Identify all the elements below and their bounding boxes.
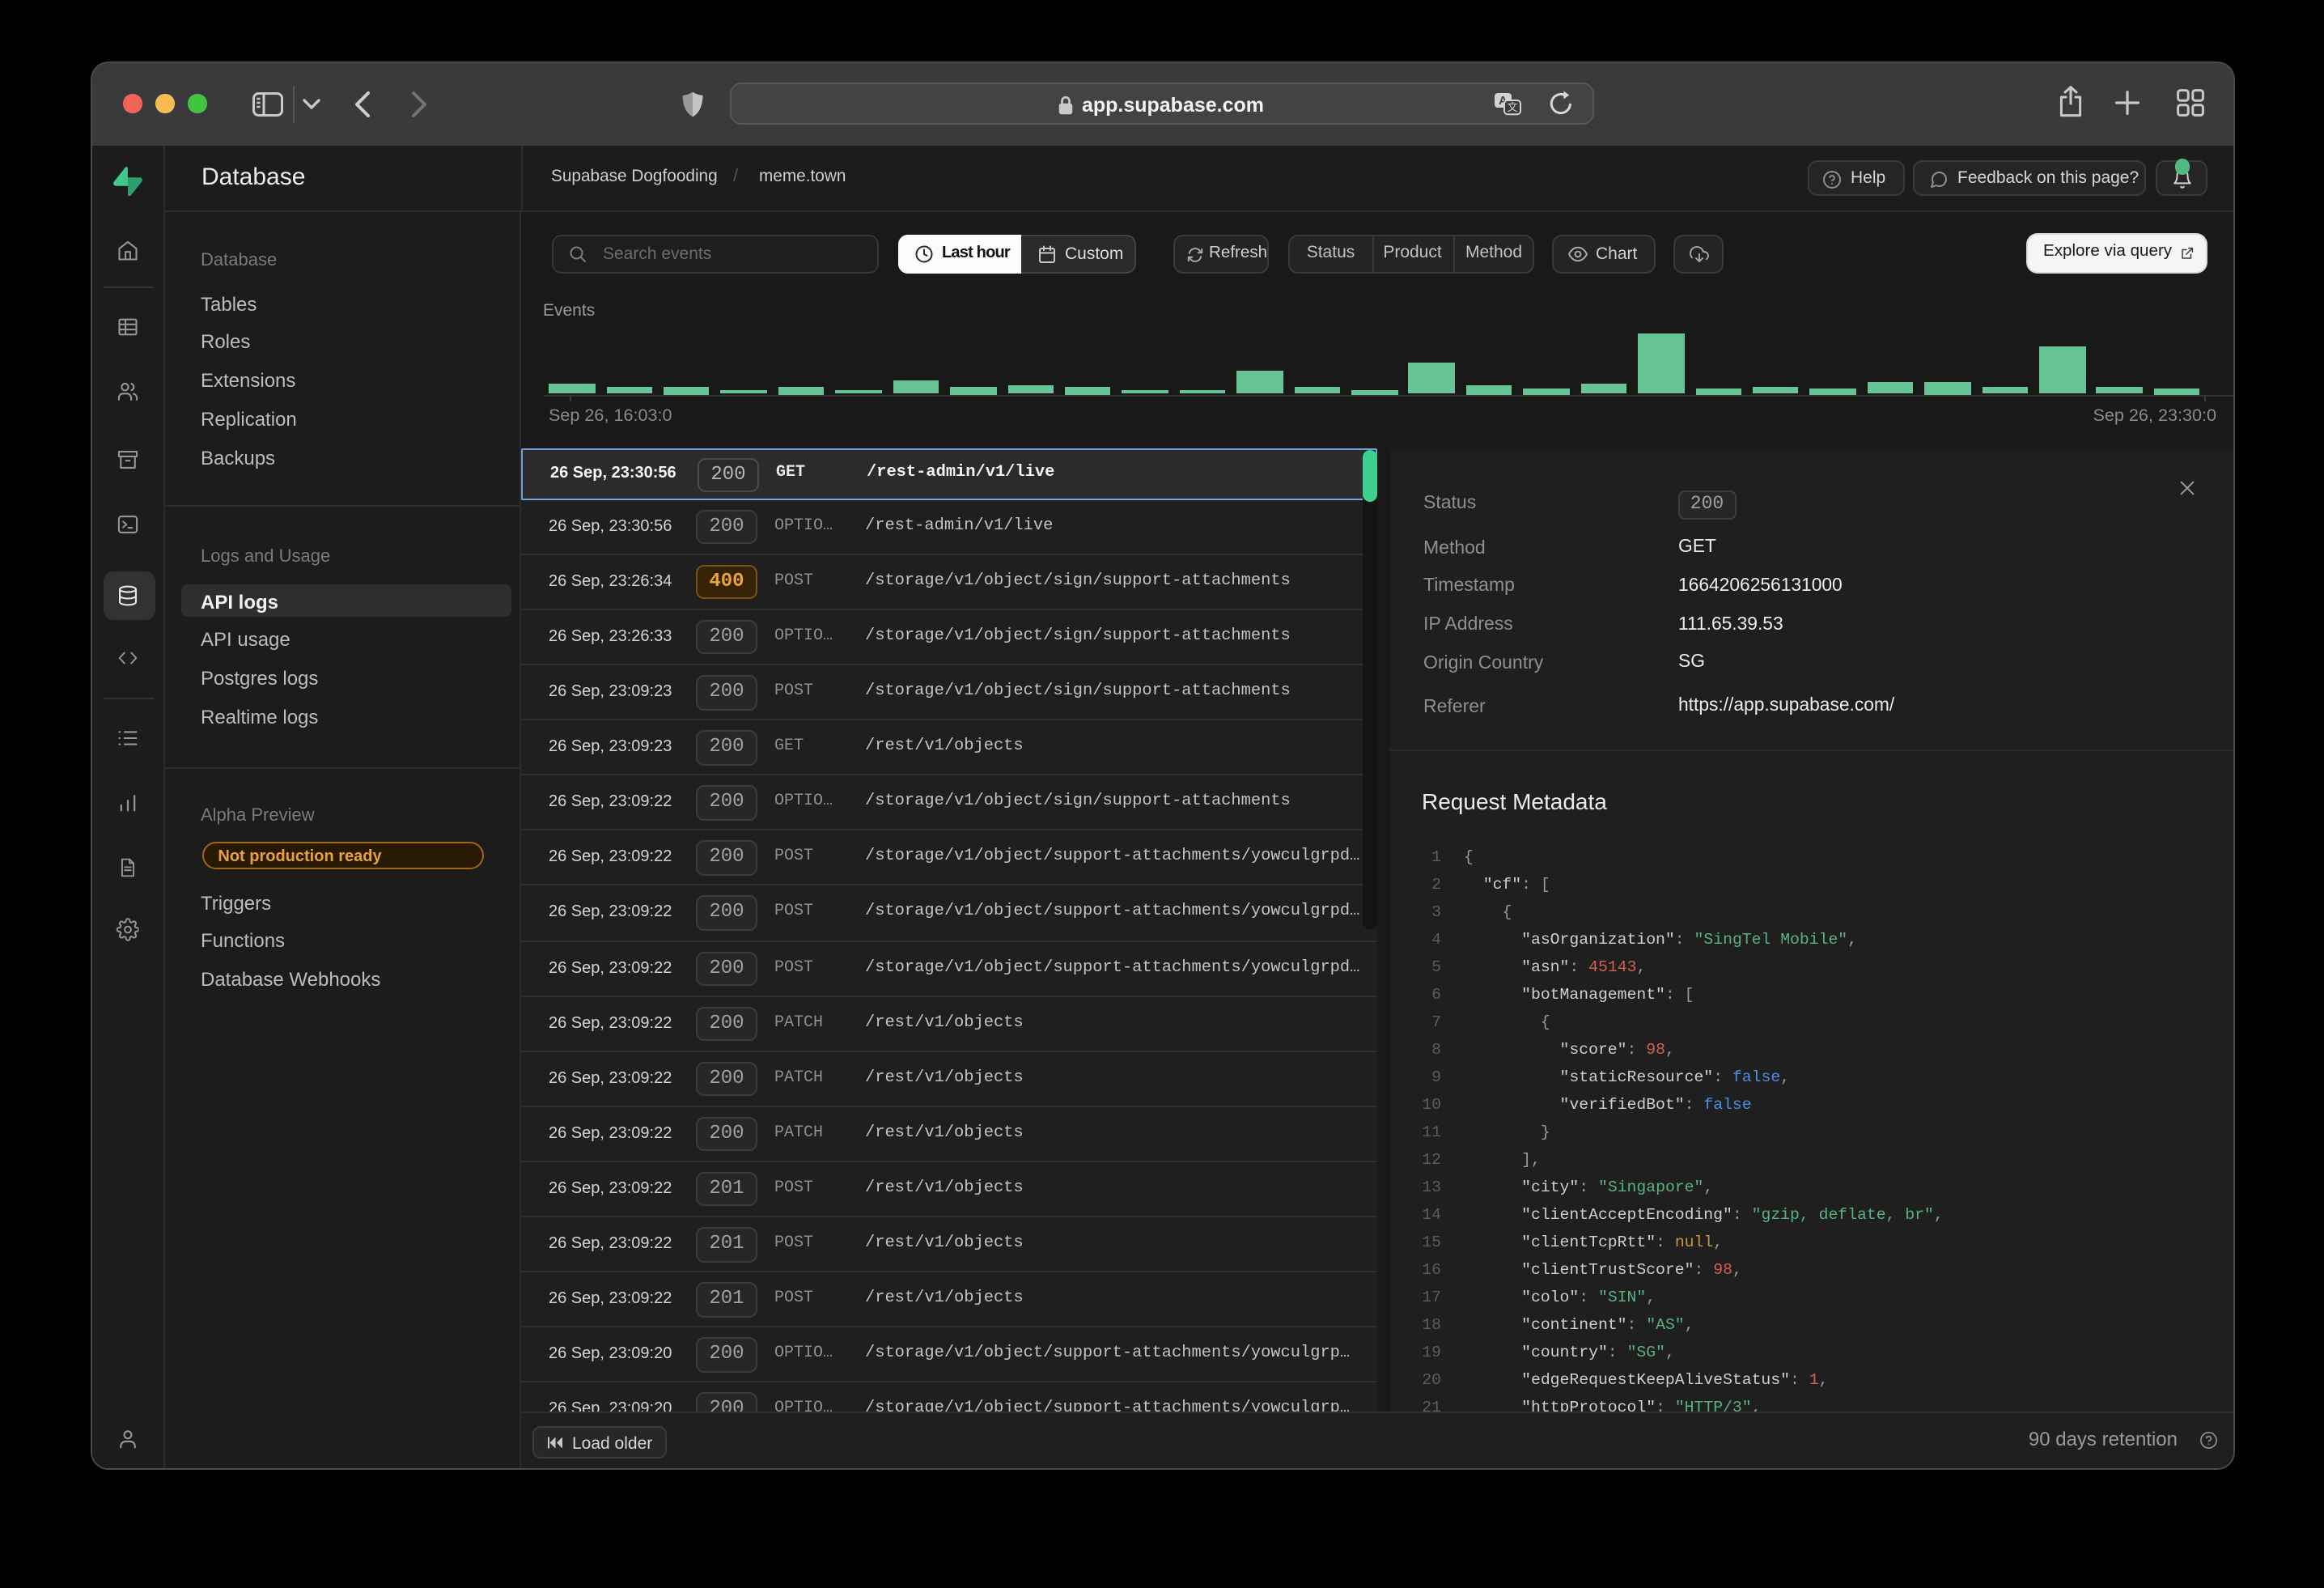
svg-text:文: 文 xyxy=(1506,100,1516,113)
